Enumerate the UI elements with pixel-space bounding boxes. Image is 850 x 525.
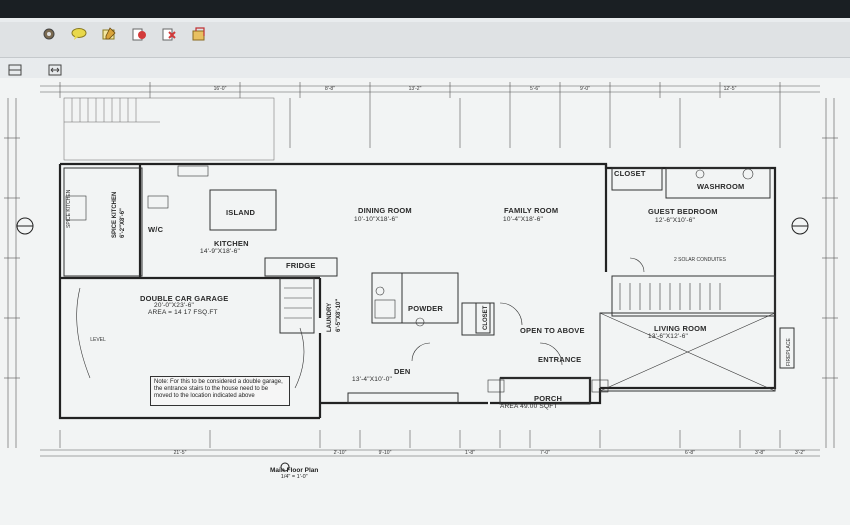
plan-note-spice-kitchen: SPICE KITCHEN <box>66 189 72 228</box>
room-porch-label: PORCH <box>534 394 563 403</box>
fit-page-icon[interactable] <box>6 62 24 78</box>
dimension-top-4: 9'-0" <box>580 86 590 92</box>
room-den-dim: 13'-4"X10'-0" <box>352 376 393 383</box>
room-kitchen-label: KITCHEN <box>214 239 249 248</box>
dimension-bottom-7: 3'-2" <box>795 450 805 456</box>
dimension-bottom-5: 6'-8" <box>685 450 695 456</box>
dimension-bottom-3: 1'-8" <box>465 450 475 456</box>
toolbar-icons <box>40 26 208 46</box>
view-controls <box>6 62 64 76</box>
room-washroom-label: WASHROOM <box>697 182 745 191</box>
dimension-top-3: 5'-6" <box>530 86 540 92</box>
room-laundry-label: LAUNDRY <box>327 302 333 332</box>
room-laundry-dim: 6'-5"X8'-10" <box>336 298 342 332</box>
plan-note-fireplace: FIREPLACE <box>786 338 792 366</box>
room-dining-dim: 10'-10"X18'-6" <box>354 216 398 223</box>
room-den-label: DEN <box>394 367 411 376</box>
room-closet-top-label: CLOSET <box>614 169 646 178</box>
room-dining-label: DINING ROOM <box>358 206 412 215</box>
room-family-dim: 10'-4"X18'-6" <box>503 216 544 223</box>
room-closet-mid-label: CLOSET <box>483 305 489 330</box>
share-icon[interactable] <box>190 26 208 42</box>
plan-note-solar: 2 SOLAR CONDUITES <box>674 257 727 263</box>
dimension-top-0: 16'-0" <box>214 86 227 92</box>
room-entrance-label: ENTRANCE <box>538 355 582 364</box>
dimension-bottom-0: 21'-5" <box>174 450 187 456</box>
delete-icon[interactable] <box>160 26 178 42</box>
room-spice-label: SPICE KITCHEN <box>112 191 118 238</box>
room-garage-area: AREA = 14 17 FSQ.FT <box>148 309 218 316</box>
floor-plan-drawing: 16'-0" 8'-8" 13'-2" 5'-6" 9'-0" 12'-5" 21'-5" 2… <box>4 82 838 472</box>
drawing-title: Main Floor Plan <box>270 467 319 474</box>
drawing-title-block: Main Floor Plan 1/4" = 1'-0" <box>270 467 318 480</box>
dimension-bottom-2: 9'-10" <box>379 450 392 456</box>
room-living-label: LIVING ROOM <box>654 324 707 333</box>
room-open-above-label: OPEN TO ABOVE <box>520 326 585 335</box>
dimension-top-5: 12'-5" <box>724 86 737 92</box>
fit-width-icon[interactable] <box>46 62 64 78</box>
room-powder-label: POWDER <box>408 304 443 313</box>
room-island-label: ISLAND <box>226 208 256 217</box>
room-living-dim: 13'-6"X12'-6" <box>648 333 689 340</box>
settings-icon[interactable] <box>40 26 58 42</box>
dimension-bottom-1: 2'-10" <box>334 450 347 456</box>
dimension-top-1: 8'-8" <box>325 86 335 92</box>
room-garage-dim: 20'-0"X23'-6" <box>154 302 195 309</box>
dimension-bottom-4: 7'-0" <box>540 450 550 456</box>
stamp-icon[interactable] <box>130 26 148 42</box>
room-wc-label: W/C <box>148 225 164 234</box>
dimension-bottom-6: 3'-8" <box>755 450 765 456</box>
edit-icon[interactable] <box>100 26 118 42</box>
drawing-scale: 1/4" = 1'-0" <box>280 474 308 480</box>
plan-note-level: LEVEL <box>90 337 106 343</box>
room-family-label: FAMILY ROOM <box>504 206 559 215</box>
comment-icon[interactable] <box>70 26 88 42</box>
dimension-top-2: 13'-2" <box>409 86 422 92</box>
room-spice-dim: 6'-2"X8'-6" <box>120 208 126 238</box>
room-kitchen-dim: 14'-9"X18'-6" <box>200 248 241 255</box>
room-porch-area: AREA 49.00 SQFT <box>500 403 558 410</box>
garage-note: Note: For this to be considered a double… <box>150 376 290 406</box>
room-guest-dim: 12'-6"X10'-6" <box>655 217 696 224</box>
room-fridge-label: FRIDGE <box>286 261 316 270</box>
room-guest-label: GUEST BEDROOM <box>648 207 718 216</box>
